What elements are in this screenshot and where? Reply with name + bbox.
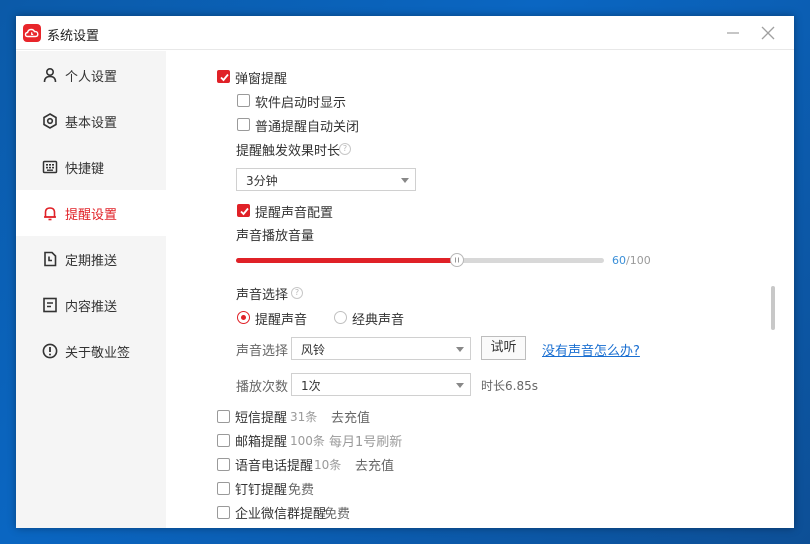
voice-call-reminder-label: 语音电话提醒 bbox=[235, 459, 314, 474]
volume-label: 声音播放音量 bbox=[236, 229, 315, 244]
radio-classic-sound-label: 经典声音 bbox=[352, 313, 405, 328]
play-count-value: 1次 bbox=[301, 379, 321, 393]
scrollbar[interactable] bbox=[771, 286, 775, 330]
bell-icon bbox=[42, 205, 58, 221]
dingtalk-reminder-label: 钉钉提醒 bbox=[235, 483, 288, 498]
sound-duration-text: 时长6.85s bbox=[481, 379, 538, 393]
sidebar-item-about[interactable]: 关于敬业签 bbox=[16, 328, 166, 374]
sidebar-item-content-push[interactable]: 内容推送 bbox=[16, 282, 166, 328]
dingtalk-free: 免费 bbox=[288, 483, 315, 498]
auto-close-checkbox[interactable] bbox=[237, 118, 250, 131]
chevron-down-icon bbox=[401, 178, 409, 183]
startup-display-label: 软件启动时显示 bbox=[255, 96, 347, 111]
help-icon[interactable]: ? bbox=[339, 143, 351, 155]
voice-call-recharge-link[interactable]: 去充值 bbox=[355, 455, 394, 474]
sms-recharge-link[interactable]: 去充值 bbox=[331, 407, 370, 426]
sms-reminder-label: 短信提醒 bbox=[235, 411, 288, 426]
sidebar-item-label: 快捷键 bbox=[65, 162, 105, 177]
sidebar-item-label: 提醒设置 bbox=[65, 208, 118, 223]
sidebar-item-shortcuts[interactable]: 快捷键 bbox=[16, 144, 166, 190]
wecom-group-free: 免费 bbox=[324, 507, 351, 522]
person-icon bbox=[42, 67, 58, 83]
dingtalk-reminder-checkbox[interactable] bbox=[217, 482, 230, 495]
settings-icon bbox=[42, 113, 58, 129]
volume-max: /100 bbox=[626, 254, 651, 267]
sms-count: 31条 bbox=[290, 410, 318, 424]
sidebar-item-label: 定期推送 bbox=[65, 254, 118, 269]
reminder-settings-panel: 弹窗提醒 软件启动时显示 普通提醒自动关闭 提醒触发效果时长 ? 3分钟 提醒声… bbox=[166, 51, 794, 528]
email-reminder-label: 邮箱提醒 bbox=[235, 435, 288, 450]
sidebar-item-label: 关于敬业签 bbox=[65, 346, 131, 361]
wecom-group-reminder-label: 企业微信群提醒 bbox=[235, 507, 327, 522]
duration-label: 提醒触发效果时长 bbox=[236, 144, 341, 159]
title-bar: 系统设置 bbox=[16, 16, 794, 50]
wecom-group-reminder-checkbox[interactable] bbox=[217, 506, 230, 519]
volume-value: 60 bbox=[612, 254, 626, 267]
volume-slider-track[interactable] bbox=[236, 253, 604, 267]
volume-slider-fill bbox=[236, 258, 457, 263]
sound-config-label: 提醒声音配置 bbox=[255, 206, 334, 221]
email-count: 100条 bbox=[290, 434, 325, 448]
voice-call-count: 10条 bbox=[314, 458, 342, 472]
sound-config-checkbox[interactable] bbox=[237, 204, 250, 217]
sidebar-item-scheduled-push[interactable]: 定期推送 bbox=[16, 236, 166, 282]
sidebar-item-reminder[interactable]: 提醒设置 bbox=[16, 190, 166, 236]
sound-choice-label: 声音选择 bbox=[236, 288, 289, 303]
sidebar-item-basic[interactable]: 基本设置 bbox=[16, 98, 166, 144]
volume-slider-handle[interactable] bbox=[449, 253, 464, 267]
chevron-down-icon bbox=[456, 347, 464, 352]
window-title: 系统设置 bbox=[47, 29, 100, 44]
sms-reminder-checkbox[interactable] bbox=[217, 410, 230, 423]
sidebar-item-personal[interactable]: 个人设置 bbox=[16, 52, 166, 98]
radio-classic-sound[interactable] bbox=[334, 311, 347, 324]
radio-reminder-sound[interactable] bbox=[237, 311, 250, 324]
play-count-label: 播放次数 bbox=[236, 380, 289, 395]
startup-display-checkbox[interactable] bbox=[237, 94, 250, 107]
close-button[interactable] bbox=[757, 23, 779, 43]
info-icon bbox=[42, 343, 58, 359]
duration-select-value: 3分钟 bbox=[246, 174, 278, 188]
sidebar-item-label: 个人设置 bbox=[65, 70, 118, 85]
volume-readout: 60/100 bbox=[612, 254, 651, 267]
duration-select[interactable]: 3分钟 bbox=[236, 168, 416, 191]
sound-select[interactable]: 风铃 bbox=[291, 337, 471, 360]
chevron-down-icon bbox=[456, 383, 464, 388]
auto-close-label: 普通提醒自动关闭 bbox=[255, 120, 360, 135]
clock-icon bbox=[42, 251, 58, 267]
test-listen-button[interactable]: 试听 bbox=[481, 336, 526, 360]
sidebar: 个人设置 基本设置 快捷键 提醒设置 定期推送 内容推送 关于敬业签 bbox=[16, 51, 166, 528]
help-icon[interactable]: ? bbox=[291, 287, 303, 299]
app-logo-icon bbox=[23, 24, 41, 42]
sidebar-item-label: 基本设置 bbox=[65, 116, 118, 131]
keyboard-icon bbox=[42, 159, 58, 175]
sidebar-item-label: 内容推送 bbox=[65, 300, 118, 315]
play-count-select[interactable]: 1次 bbox=[291, 373, 471, 396]
popup-reminder-label: 弹窗提醒 bbox=[235, 72, 288, 87]
email-refresh-note: 每月1号刷新 bbox=[329, 435, 403, 450]
settings-window: 系统设置 个人设置 基本设置 快捷键 提醒设置 定期推送 内容推送 关于敬业签 … bbox=[16, 16, 794, 528]
minimize-button[interactable] bbox=[722, 23, 744, 43]
sound-select-label: 声音选择 bbox=[236, 344, 289, 359]
email-reminder-checkbox[interactable] bbox=[217, 434, 230, 447]
no-sound-help-link[interactable]: 没有声音怎么办? bbox=[542, 340, 640, 359]
voice-call-reminder-checkbox[interactable] bbox=[217, 458, 230, 471]
radio-reminder-sound-label: 提醒声音 bbox=[255, 313, 308, 328]
sound-select-value: 风铃 bbox=[301, 343, 326, 357]
document-icon bbox=[42, 297, 58, 313]
popup-reminder-checkbox[interactable] bbox=[217, 70, 230, 83]
